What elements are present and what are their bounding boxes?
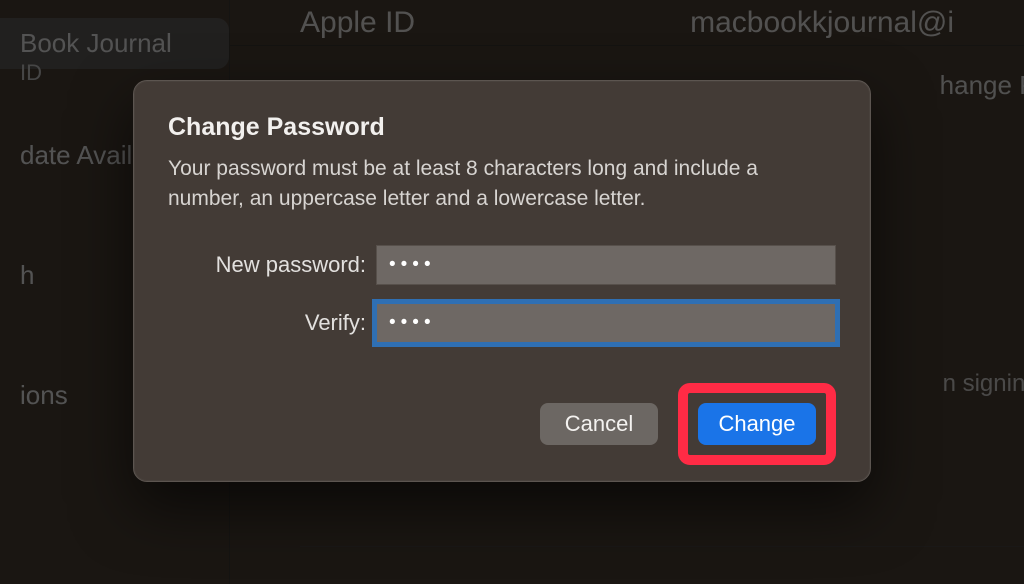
header-right-email: macbookkjournal@i [690, 6, 954, 40]
dialog-buttons: Cancel Change [168, 383, 836, 465]
change-password-row-button: hange Pas [940, 70, 1024, 101]
change-password-dialog: Change Password Your password must be at… [133, 80, 871, 482]
main-header: Apple ID macbookkjournal@i [230, 0, 1024, 46]
cancel-button[interactable]: Cancel [540, 403, 658, 445]
annotation-highlight: Change [678, 383, 836, 465]
signing-in-note: n signing in [943, 370, 1024, 398]
header-left-label: Apple ID [300, 6, 415, 40]
change-button[interactable]: Change [698, 403, 816, 445]
verify-row: Verify: [168, 303, 836, 343]
new-password-label: New password: [168, 252, 376, 278]
verify-label: Verify: [168, 310, 376, 336]
new-password-row: New password: [168, 245, 836, 285]
bottom-divider [300, 546, 1024, 547]
dialog-description: Your password must be at least 8 charact… [168, 154, 836, 215]
new-password-input[interactable] [376, 245, 836, 285]
verify-input[interactable] [376, 303, 836, 343]
dialog-title: Change Password [168, 113, 836, 142]
